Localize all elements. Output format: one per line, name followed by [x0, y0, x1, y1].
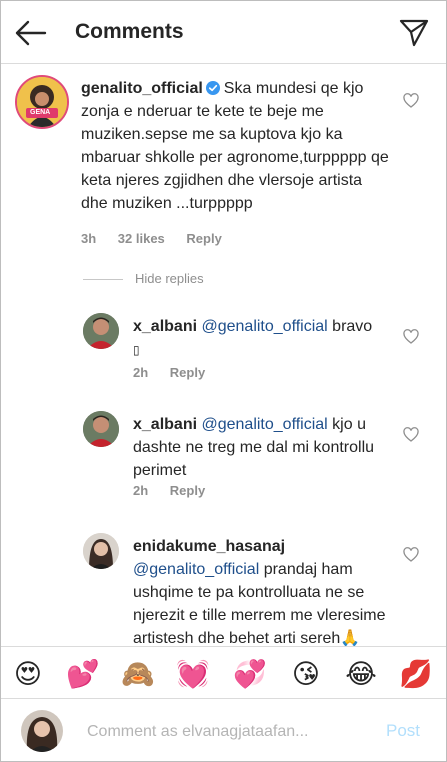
comment-text: x_albani @genalito_official bravo ▯ — [133, 315, 403, 362]
divider — [83, 279, 123, 280]
avatar — [21, 710, 63, 752]
comment-time: 3h — [81, 231, 97, 246]
avatar-image — [83, 313, 119, 349]
avatar-image — [83, 533, 119, 569]
mention-link[interactable]: @genalito_official — [201, 416, 327, 433]
verified-badge-icon — [205, 81, 220, 95]
reply-comment: x_albani @genalito_official bravo ▯ 2h R… — [1, 301, 446, 391]
avatar-badge-text: GENA — [30, 109, 51, 116]
heart-icon[interactable] — [403, 93, 419, 109]
mention-link[interactable]: @genalito_official — [133, 561, 259, 578]
comment-username[interactable]: x_albani — [133, 416, 197, 433]
heart-icon[interactable] — [403, 547, 419, 563]
emoji-revolving-hearts[interactable]: 💞 — [233, 657, 267, 691]
hide-replies-label[interactable]: Hide replies — [135, 271, 204, 286]
comment-meta: 3h 32 likes Reply — [81, 231, 240, 246]
emoji-kiss-face[interactable]: 😘 — [289, 657, 323, 691]
comment-time: 2h — [133, 365, 149, 380]
avatar[interactable] — [83, 313, 119, 349]
likes-count[interactable]: 32 likes — [118, 231, 165, 246]
comment-username[interactable]: x_albani — [133, 318, 197, 335]
emoji-kiss-mark[interactable]: 💋 — [399, 657, 433, 691]
emoji-two-hearts[interactable]: 💕 — [66, 657, 100, 691]
reply-button[interactable]: Reply — [170, 483, 205, 498]
header: Comments — [1, 1, 446, 64]
reply-button[interactable]: Reply — [186, 231, 221, 246]
avatar[interactable] — [83, 533, 119, 569]
arrow-left-icon[interactable] — [13, 19, 47, 47]
paper-plane-icon[interactable] — [399, 18, 429, 48]
comment-composer: Post — [1, 698, 446, 761]
emoji-laughing[interactable]: 😂 — [344, 657, 378, 691]
mention-link[interactable]: @genalito_official — [201, 318, 327, 335]
comments-screen: Comments GENA genalito_official Ska munde… — [0, 0, 447, 762]
emoji-quick-bar: 😍 💕 🙈 💓 💞 😘 😂 💋 — [1, 646, 446, 699]
reply-button[interactable]: Reply — [170, 365, 205, 380]
post-button[interactable]: Post — [386, 721, 420, 741]
heart-icon[interactable] — [403, 329, 419, 345]
avatar-image — [21, 710, 63, 752]
reply-comment: enidakume_hasanaj @genalito_official pra… — [1, 521, 446, 646]
page-title: Comments — [75, 20, 184, 43]
comment-body: bravo — [327, 318, 373, 335]
unsupported-glyph: ▯ — [133, 343, 140, 357]
comment-username[interactable]: genalito_official — [81, 80, 203, 97]
heart-icon[interactable] — [403, 427, 419, 443]
emoji-heart-eyes[interactable]: 😍 — [11, 657, 45, 691]
main-comment: GENA genalito_official Ska mundesi qe kjo… — [1, 63, 446, 263]
comment-meta: 2h Reply — [133, 365, 223, 380]
comment-time: 2h — [133, 483, 149, 498]
emoji-see-no-evil[interactable]: 🙈 — [121, 657, 155, 691]
comment-body: Ska mundesi qe kjo zonja e nderuar te ke… — [81, 80, 389, 212]
avatar[interactable] — [83, 411, 119, 447]
comment-input[interactable] — [87, 721, 377, 743]
emoji-beating-heart[interactable]: 💓 — [176, 657, 210, 691]
reply-comment: x_albani @genalito_official kjo u dashte… — [1, 399, 446, 509]
avatar[interactable]: GENA — [15, 75, 69, 129]
avatar-image — [17, 77, 67, 127]
comment-username[interactable]: enidakume_hasanaj — [133, 538, 285, 555]
comment-meta: 2h Reply — [133, 483, 223, 498]
comment-text: genalito_official Ska mundesi qe kjo zonj… — [81, 77, 391, 215]
avatar-image — [83, 411, 119, 447]
comment-text: enidakume_hasanaj @genalito_official pra… — [133, 535, 399, 646]
comment-text: x_albani @genalito_official kjo u dashte… — [133, 413, 401, 482]
